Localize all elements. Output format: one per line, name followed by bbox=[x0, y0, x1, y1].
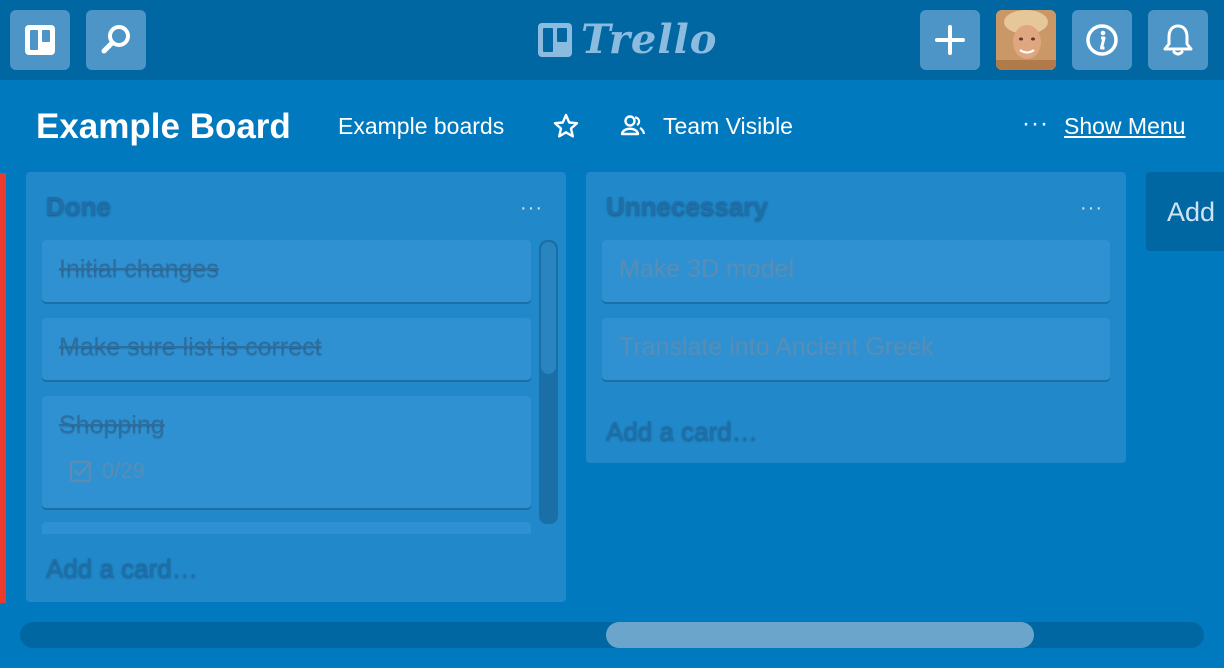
plus-icon bbox=[935, 25, 965, 55]
card[interactable]: Initial changes bbox=[42, 240, 531, 302]
card[interactable]: Make 3D model bbox=[602, 240, 1110, 302]
left-red-strip bbox=[0, 173, 6, 603]
list-done: Done ··· Initial changes Make sure list … bbox=[26, 172, 566, 602]
search-icon bbox=[101, 25, 130, 54]
board-scrollbar-thumb[interactable] bbox=[606, 622, 1034, 648]
trello-logo-icon bbox=[538, 23, 572, 57]
avatar-face-image bbox=[996, 10, 1056, 70]
add-list-label: Add bbox=[1167, 197, 1216, 227]
boards-button[interactable] bbox=[10, 10, 70, 70]
checklist-count: 0/29 bbox=[102, 458, 145, 483]
card-title: Shopping bbox=[59, 411, 165, 439]
trello-wordmark: Trello bbox=[581, 16, 718, 63]
search-button[interactable] bbox=[86, 10, 146, 70]
add-list-button[interactable]: Add bbox=[1146, 172, 1224, 251]
bell-icon bbox=[1163, 24, 1193, 56]
create-button[interactable] bbox=[920, 10, 980, 70]
trello-logo[interactable]: Trello bbox=[537, 20, 717, 60]
list-menu-dots-icon[interactable]: ··· bbox=[1080, 198, 1103, 218]
card[interactable]: Make sure list is correct bbox=[42, 318, 531, 380]
list-scrollbar-thumb[interactable] bbox=[541, 242, 556, 374]
notifications-button[interactable] bbox=[1148, 10, 1208, 70]
board-title[interactable]: Example Board bbox=[36, 106, 291, 148]
card-title: Translate into Ancient Greek bbox=[619, 333, 934, 361]
list-title[interactable]: Unnecessary bbox=[606, 190, 768, 222]
show-menu-link[interactable]: Show Menu bbox=[1064, 112, 1185, 140]
add-card-button[interactable]: Add a card… bbox=[606, 416, 758, 446]
card-title: Make sure list is correct bbox=[59, 333, 322, 361]
card[interactable]: Translate into Ancient Greek bbox=[602, 318, 1110, 380]
checklist-badge: 0/29 bbox=[68, 458, 145, 484]
team-icon[interactable] bbox=[620, 114, 646, 138]
card-title: Initial changes bbox=[59, 255, 219, 283]
list-menu-dots-icon[interactable]: ··· bbox=[520, 198, 543, 218]
card[interactable]: Shopping 0/29 bbox=[42, 396, 531, 508]
card-title: Make 3D model bbox=[619, 255, 795, 283]
checklist-icon bbox=[69, 460, 92, 483]
info-button[interactable] bbox=[1072, 10, 1132, 70]
boards-icon bbox=[25, 25, 55, 55]
member-avatar[interactable] bbox=[996, 10, 1056, 70]
example-boards-link[interactable]: Example boards bbox=[338, 112, 504, 140]
top-bar: Trello bbox=[0, 0, 1224, 80]
more-dots-icon[interactable]: ··· bbox=[1022, 112, 1049, 136]
star-icon[interactable] bbox=[553, 113, 579, 139]
list-title[interactable]: Done bbox=[46, 190, 111, 222]
info-icon bbox=[1086, 24, 1118, 56]
team-visible-button[interactable]: Team Visible bbox=[663, 112, 793, 140]
list-unnecessary: Unnecessary ··· Make 3D model Translate … bbox=[586, 172, 1126, 463]
card-partial[interactable] bbox=[42, 522, 531, 534]
add-card-button[interactable]: Add a card… bbox=[46, 553, 198, 583]
